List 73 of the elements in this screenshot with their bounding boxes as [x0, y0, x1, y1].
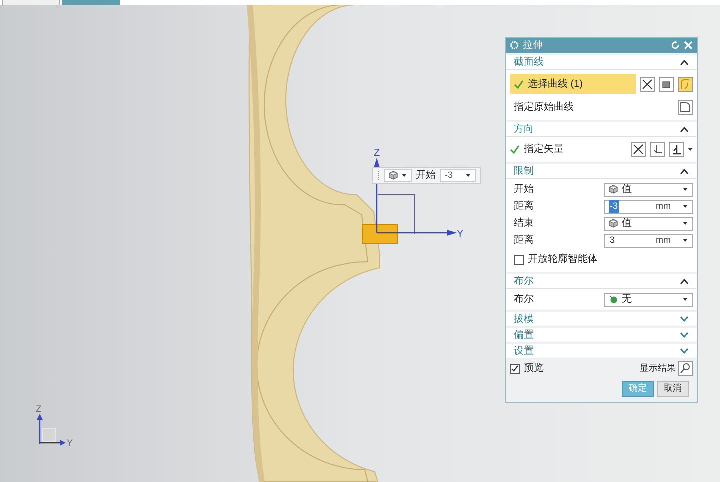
distance-input[interactable]: 3 mm: [604, 234, 693, 248]
collapse-chevron-icon[interactable]: [680, 168, 689, 174]
small-y-axis-arrow: [40, 440, 66, 446]
dropdown[interactable]: 值: [604, 182, 693, 196]
caret-icon: [402, 174, 407, 177]
dropdown-value: 值: [622, 217, 633, 231]
type-dropdown[interactable]: [384, 169, 412, 182]
vector-icon[interactable]: [669, 142, 684, 157]
field-label: 结束: [513, 216, 535, 231]
settings-icon[interactable]: [510, 41, 519, 50]
collapse-chevron-icon[interactable]: [680, 278, 689, 284]
section-title: 方向: [514, 122, 534, 136]
cube-icon: [389, 171, 398, 180]
checkbox[interactable]: [510, 364, 520, 374]
checkbox-label: 开放轮廓智能体: [528, 252, 598, 267]
field-label: 布尔: [513, 293, 535, 307]
sketch-curve-icon[interactable]: [678, 100, 693, 114]
section-title: 拔模: [514, 312, 534, 326]
caret-icon: [466, 174, 471, 177]
section-title: 布尔: [514, 274, 534, 288]
small-y-axis-label: Y: [67, 437, 74, 450]
dialog-title: 拉伸: [523, 39, 544, 53]
sphere-icon: [609, 295, 618, 304]
dropdown-value: 值: [622, 183, 633, 197]
field-label: 指定矢量: [524, 142, 565, 157]
section-title: 限制: [514, 164, 534, 178]
dropdown[interactable]: 无: [604, 292, 693, 306]
cube-icon: [609, 185, 618, 194]
dropdown-value: 无: [622, 293, 633, 307]
select-curve-label: 选择曲线 (1): [528, 78, 583, 92]
caret-icon: [683, 205, 688, 208]
field-label: 开始: [513, 183, 535, 197]
close-icon[interactable]: [684, 41, 693, 50]
section-title: 截面线: [514, 56, 544, 70]
preview-label: 预览: [524, 362, 544, 376]
distance-value: 3: [609, 234, 616, 247]
toolbar-value: -3: [445, 168, 454, 182]
show-result-label: 显示结果: [640, 362, 676, 375]
unit-label: mm: [656, 234, 672, 247]
toolbar-label: 开始: [416, 169, 436, 183]
caret-icon: [683, 298, 688, 301]
field-label: 距离: [513, 200, 535, 214]
section-title: 偏置: [514, 328, 534, 342]
distance-input[interactable]: -3 mm: [604, 200, 693, 214]
collapse-chevron-icon[interactable]: [680, 58, 689, 66]
section-title: 设置: [514, 344, 534, 358]
reset-dialog-icon[interactable]: [671, 41, 680, 50]
small-z-axis-arrow: [37, 414, 43, 444]
extrusion-preview: [362, 224, 398, 244]
z-axis-label: Z: [374, 147, 380, 161]
value-dropdown[interactable]: -3: [440, 169, 476, 182]
field-label: 距离: [513, 234, 535, 248]
unit-label: mm: [656, 200, 672, 213]
y-axis-label: Y: [457, 228, 464, 242]
caret-icon: [683, 222, 688, 225]
collapse-chevron-icon[interactable]: [680, 126, 689, 132]
caret-icon: [683, 188, 688, 191]
magnifier-icon[interactable]: [678, 361, 693, 376]
distance-value: -3: [609, 200, 620, 214]
view-cube: [42, 428, 56, 442]
curve-icon[interactable]: [678, 76, 693, 92]
rectangle-sketch-outline: [377, 194, 417, 235]
checkbox[interactable]: [514, 254, 524, 264]
selection-field[interactable]: 选择曲线 (1): [510, 74, 636, 94]
small-z-axis-label: Z: [36, 403, 42, 416]
axis-icon[interactable]: [650, 142, 665, 157]
caret-icon: [688, 148, 693, 151]
dropdown[interactable]: 值: [604, 216, 693, 230]
field-label: 指定原始曲线: [513, 100, 574, 114]
cube-icon: [609, 219, 618, 228]
caret-icon: [683, 239, 688, 242]
cancel-button[interactable]: 取消: [657, 381, 689, 397]
grip-icon[interactable]: [377, 170, 380, 182]
